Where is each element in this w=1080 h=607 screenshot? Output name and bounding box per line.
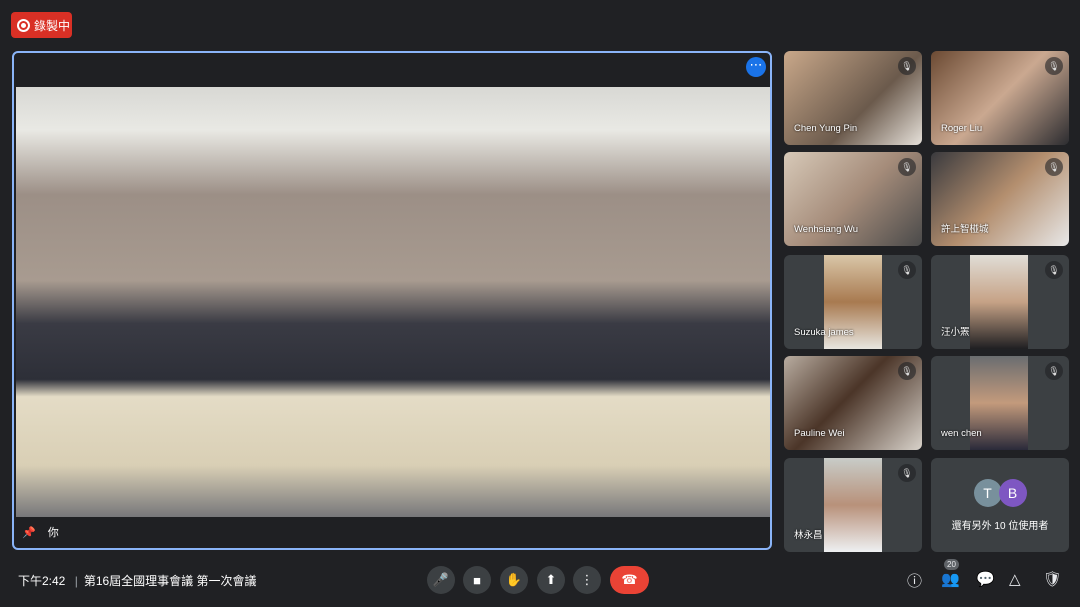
raise-hand-button[interactable]: ✋ (500, 566, 528, 594)
leave-call-button[interactable]: ☎ (610, 566, 649, 594)
mic-off-icon: 🎙 (1045, 362, 1063, 380)
mic-off-icon: 🎙 (1045, 261, 1063, 279)
avatar: T (973, 478, 1002, 507)
info-icon[interactable]: ⓘ (907, 570, 922, 591)
participant-name: Roger Liu (941, 123, 983, 134)
participant-name: 汪小罴 (941, 327, 970, 338)
people-button[interactable]: 20 👥 (941, 559, 960, 588)
group-photo-video (16, 87, 770, 517)
participant-name: 許上智椪城 (941, 224, 989, 235)
camera-icon: ■ (473, 572, 481, 588)
mic-off-icon: 🎙 (898, 57, 916, 75)
mic-off-icon: 🎙 (898, 261, 916, 279)
more-options-icon[interactable]: ⋯ (746, 57, 766, 77)
people-count-badge: 20 (944, 559, 959, 570)
participant-name: Wenhsiang Wu (794, 224, 859, 235)
chat-icon[interactable]: 💬 (976, 570, 995, 588)
participant-name: Suzuka james (794, 327, 854, 338)
participant-tile[interactable]: 🎙 許上智椪城 (931, 152, 1069, 246)
participant-tile[interactable]: 🎙 Wenhsiang Wu (784, 152, 922, 246)
clock: 下午2:42 (18, 574, 66, 588)
main-video-tile[interactable]: ⋯ 📌 你 (12, 51, 772, 550)
meeting-title: 第16屆全國理事會議 第一次會議 (83, 574, 257, 588)
participant-name: Pauline Wei (794, 428, 845, 439)
mic-off-icon: 🎙 (898, 158, 916, 176)
pin-icon[interactable]: 📌 (22, 526, 36, 539)
more-vert-icon: ⋮ (580, 572, 594, 587)
camera-button[interactable]: ■ (463, 566, 491, 594)
bottom-bar: 下午2:42 | 第16屆全國理事會議 第一次會議 🎤 ■ ✋ ⬆ ⋮ ☎ ⓘ 2… (0, 559, 1080, 600)
participant-tile[interactable]: 🎙 wen chen (931, 356, 1069, 450)
participant-name: Chen Yung Pin (794, 123, 858, 134)
recording-indicator[interactable]: 錄製中 (11, 12, 72, 38)
mic-off-icon: 🎙 (898, 464, 916, 482)
present-button[interactable]: ⬆ (537, 566, 565, 594)
avatar: B (998, 478, 1027, 507)
participant-tile[interactable]: 🎙 Suzuka james (784, 255, 922, 349)
record-icon (17, 18, 30, 32)
participant-name: wen chen (941, 428, 982, 439)
other-participants-tile[interactable]: TB 還有另外 10 位使用者 (931, 458, 1069, 552)
mic-off-icon: 🎙 (898, 362, 916, 380)
microphone-button[interactable]: 🎤 (427, 566, 455, 594)
participant-tile[interactable]: 🎙 汪小罴 (931, 255, 1069, 349)
microphone-icon: 🎤 (432, 572, 450, 587)
participant-tile[interactable]: 🎙 Roger Liu (931, 51, 1069, 145)
more-options-button[interactable]: ⋮ (573, 566, 601, 594)
mic-off-icon: 🎙 (1045, 158, 1063, 176)
participant-tile[interactable]: 🎙 Chen Yung Pin (784, 51, 922, 145)
recording-label: 錄製中 (34, 18, 71, 33)
participant-tile[interactable]: 🎙 林永昌 (784, 458, 922, 552)
mic-off-icon: 🎙 (1045, 57, 1063, 75)
host-controls-icon[interactable]: 🛡 (1043, 570, 1062, 588)
present-screen-icon: ⬆ (545, 572, 557, 587)
participant-name: 你 (47, 527, 59, 539)
hand-icon: ✋ (505, 572, 523, 587)
participant-name: 林永昌 (794, 530, 823, 541)
activities-icon[interactable]: △ (1009, 570, 1021, 588)
end-call-icon: ☎ (621, 572, 638, 587)
people-icon: 👥 (941, 571, 960, 588)
participant-tile[interactable]: 🎙 Pauline Wei (784, 356, 922, 450)
others-label: 還有另外 10 位使用者 (951, 520, 1049, 532)
separator: | (74, 574, 78, 588)
